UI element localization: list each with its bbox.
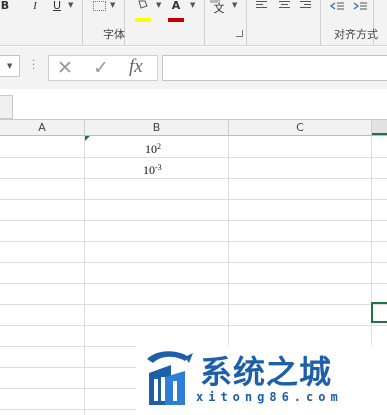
gridline (0, 325, 387, 326)
gridline (0, 178, 387, 179)
font-color-dropdown-icon[interactable]: ▼ (190, 1, 195, 9)
alignment-group-label: 对齐方式 (334, 28, 378, 41)
phonetic-guide-button[interactable]: 文 (213, 3, 225, 17)
underline-button[interactable]: U (52, 0, 62, 14)
fill-color-icon[interactable] (136, 0, 150, 11)
cell-b2-exponent: -3 (155, 163, 162, 172)
watermark-title: 系统之城 (200, 353, 333, 391)
font-group-label: 字体 (103, 28, 125, 41)
divider (82, 0, 83, 46)
active-cell-selection[interactable] (371, 302, 387, 323)
column-header-d[interactable] (372, 120, 387, 135)
gridline (0, 304, 387, 305)
divider (246, 22, 247, 46)
cell-b1-value[interactable]: 102 (145, 142, 161, 156)
watermark-url: xitong86.com (196, 390, 343, 404)
font-dialog-launcher-icon[interactable] (236, 30, 243, 37)
italic-button[interactable]: I (30, 0, 40, 14)
column-header-c[interactable]: C (229, 120, 372, 135)
phonetic-dropdown-icon[interactable]: ▼ (232, 1, 237, 9)
watermark-logo (141, 347, 195, 409)
gridline (0, 199, 387, 200)
increase-indent-icon[interactable] (353, 1, 367, 11)
underline-dropdown-icon[interactable]: ▼ (68, 1, 73, 9)
align-center-icon[interactable] (279, 1, 290, 10)
align-left-icon[interactable] (256, 1, 267, 10)
column-headers: A B C (0, 119, 387, 136)
gridline (0, 220, 387, 221)
gridline (0, 241, 387, 242)
chevron-down-icon[interactable]: ▼ (7, 62, 12, 70)
cell-b2-base: 10 (143, 163, 155, 177)
cell-b2-value[interactable]: 10-3 (143, 163, 162, 177)
gridline (0, 262, 387, 263)
borders-icon[interactable] (93, 1, 106, 11)
formula-input[interactable] (162, 55, 387, 81)
fill-color-dropdown-icon[interactable]: ▼ (156, 1, 161, 9)
align-right-icon[interactable] (300, 1, 311, 10)
enter-icon[interactable]: ✓ (93, 58, 109, 78)
bold-button[interactable]: B (0, 0, 10, 14)
ribbon: B I U ▼ ▼ ▼ A ▼ wen 文 ▼ 字体 对齐方式 (0, 0, 387, 46)
name-box-dropdown[interactable]: ▼ (0, 55, 20, 77)
formula-bar-grip-icon[interactable]: · · · (32, 57, 35, 75)
cell-b1-base: 10 (145, 142, 157, 156)
cell-b1-text-number-indicator (85, 136, 90, 141)
divider (204, 0, 205, 46)
column-header-a[interactable]: A (0, 120, 85, 135)
divider (320, 0, 321, 46)
column-header-b[interactable]: B (85, 120, 229, 135)
formula-buttons: ✕ ✓ fx (48, 55, 158, 81)
cell-b1-exponent: 2 (157, 142, 161, 151)
select-all-corner[interactable] (0, 95, 13, 119)
font-color-swatch (168, 11, 184, 22)
sheet-top-band (0, 89, 387, 119)
gridline (0, 157, 387, 158)
decrease-indent-icon[interactable] (329, 1, 344, 11)
cancel-icon[interactable]: ✕ (57, 58, 73, 78)
borders-dropdown-icon[interactable]: ▼ (110, 1, 115, 9)
gridline (0, 283, 387, 284)
insert-function-button[interactable]: fx (129, 56, 143, 78)
fill-color-swatch (135, 11, 151, 22)
